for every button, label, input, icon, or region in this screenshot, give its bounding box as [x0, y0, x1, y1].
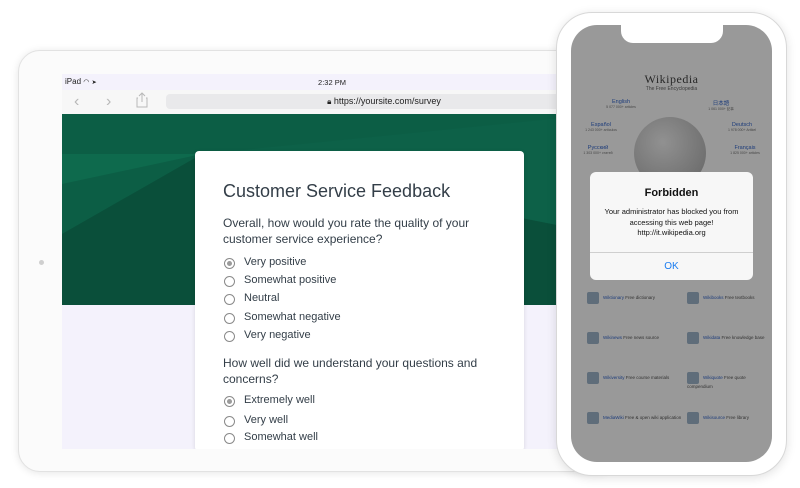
question-1: Overall, how would you rate the quality … — [223, 216, 470, 246]
option-label: Somewhat positive — [244, 274, 337, 286]
alert-title: Forbidden — [644, 187, 699, 199]
iphone-device: Wikipedia The Free Encyclopedia English … — [556, 12, 787, 476]
status-time: 2:32 PM — [318, 78, 346, 87]
radio-button[interactable] — [224, 331, 235, 342]
alert-message: Your administrator has blocked you from … — [604, 207, 739, 237]
browser-toolbar: ‹ › 🔒︎ https://yoursite.com/survey — [62, 90, 602, 115]
forbidden-alert-dialog: Forbidden Your administrator has blocked… — [590, 172, 753, 280]
url-text: https://yoursite.com/survey — [333, 96, 441, 106]
phone-notch — [621, 25, 723, 43]
option-label: Very well — [244, 414, 289, 426]
ipad-camera-dot — [39, 260, 44, 265]
option-label: Very positive — [244, 256, 307, 268]
iphone-screen: Wikipedia The Free Encyclopedia English … — [571, 25, 772, 462]
option-label: Somewhat well — [244, 431, 318, 443]
forward-icon[interactable]: › — [106, 93, 111, 111]
radio-button[interactable] — [224, 433, 235, 444]
radio-selected[interactable] — [224, 396, 235, 407]
radio-button[interactable] — [224, 313, 235, 324]
option-label: Somewhat negative — [244, 311, 341, 323]
lock-icon: 🔒︎ — [327, 97, 332, 106]
radio-button[interactable] — [224, 276, 235, 287]
ipad-device: iPad ◠ ➤ 2:32 PM ‹ › 🔒︎ https://yoursite… — [18, 50, 620, 472]
option-label: Very negative — [244, 329, 311, 341]
survey-card: Customer Service Feedback Overall, how w… — [195, 151, 524, 449]
survey-title: Customer Service Feedback — [223, 181, 451, 201]
radio-button[interactable] — [224, 294, 235, 305]
radio-button[interactable] — [224, 416, 235, 427]
share-icon[interactable] — [136, 92, 148, 113]
ipad-screen: iPad ◠ ➤ 2:32 PM ‹ › 🔒︎ https://yoursite… — [62, 74, 602, 449]
back-icon[interactable]: ‹ — [74, 93, 79, 111]
radio-selected[interactable] — [224, 258, 235, 269]
ipad-status-bar: iPad ◠ ➤ 2:32 PM — [62, 74, 602, 90]
option-label: Neutral — [244, 292, 280, 304]
ok-button[interactable]: OK — [590, 253, 753, 280]
address-bar[interactable]: 🔒︎ https://yoursite.com/survey — [166, 94, 602, 109]
option-label: Extremely well — [244, 394, 315, 406]
question-2: How well did we understand your question… — [223, 356, 478, 386]
